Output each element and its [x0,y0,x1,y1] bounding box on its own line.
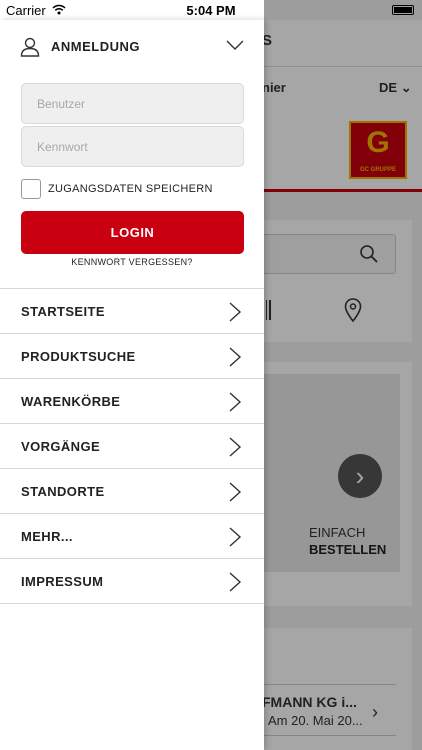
menu-item-warenkoerbe[interactable]: WARENKÖRBE [0,378,264,423]
main-menu: STARTSEITE PRODUKTSUCHE WARENKÖRBE VORGÄ… [0,288,264,604]
chevron-right-icon [229,572,242,592]
menu-item-label: WARENKÖRBE [21,394,121,409]
menu-item-mehr[interactable]: MEHR... [0,513,264,558]
menu-item-vorgaenge[interactable]: VORGÄNGE [0,423,264,468]
chevron-right-icon [229,437,242,457]
side-drawer: ANMELDUNG ZUGANGSDATEN SPEICHERN LOGIN K… [0,20,264,750]
chevron-right-icon [229,347,242,367]
status-bar: Carrier 5:04 PM [0,0,422,20]
menu-item-label: MEHR... [21,529,73,544]
chevron-right-icon [229,302,242,322]
password-input[interactable] [21,126,244,167]
user-icon [20,37,40,57]
battery-icon [392,5,414,15]
chevron-right-icon [229,482,242,502]
menu-item-label: VORGÄNGE [21,439,101,454]
menu-item-label: IMPRESSUM [21,574,104,589]
menu-item-produktsuche[interactable]: PRODUKTSUCHE [0,333,264,378]
username-input[interactable] [21,83,244,124]
chevron-right-icon [229,392,242,412]
login-title: ANMELDUNG [51,39,140,54]
forgot-password-link[interactable]: KENNWORT VERGESSEN? [0,257,264,267]
menu-item-label: PRODUKTSUCHE [21,349,136,364]
menu-item-label: STARTSEITE [21,304,105,319]
remember-checkbox[interactable] [21,179,41,199]
menu-item-standorte[interactable]: STANDORTE [0,468,264,513]
menu-item-startseite[interactable]: STARTSEITE [0,288,264,333]
chevron-down-icon [226,40,244,50]
clock: 5:04 PM [186,3,236,18]
chevron-right-icon [229,527,242,547]
login-header[interactable]: ANMELDUNG [0,26,264,66]
menu-item-label: STANDORTE [21,484,105,499]
login-button[interactable]: LOGIN [21,211,244,254]
remember-label: ZUGANGSDATEN SPEICHERN [48,183,213,195]
menu-item-impressum[interactable]: IMPRESSUM [0,558,264,604]
